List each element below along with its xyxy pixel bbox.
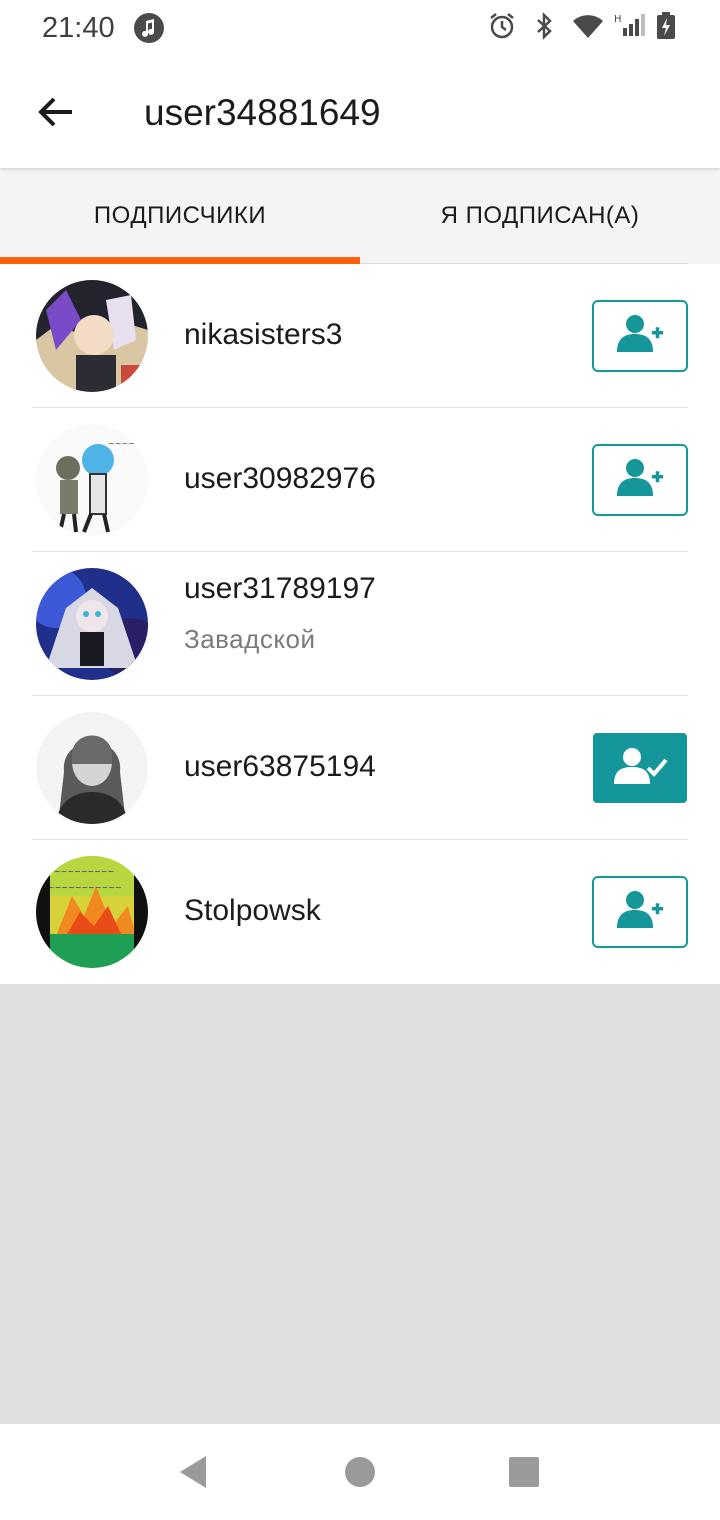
- following-button[interactable]: [593, 733, 687, 803]
- status-bar: 21:40 H: [0, 0, 720, 56]
- add-user-icon: [615, 890, 665, 935]
- username[interactable]: nikasisters3: [184, 318, 342, 352]
- list-item[interactable]: nikasisters3: [0, 264, 720, 408]
- list-item[interactable]: user31789197 Завадской: [0, 552, 720, 696]
- avatar[interactable]: [36, 568, 148, 680]
- system-nav-bar: [0, 1424, 720, 1520]
- follow-button[interactable]: [592, 876, 688, 948]
- avatar[interactable]: ~~~~: [36, 424, 148, 536]
- follow-button[interactable]: [592, 444, 688, 516]
- username[interactable]: Stolpowsk: [184, 894, 321, 928]
- nav-recents-icon[interactable]: [500, 1448, 548, 1496]
- svg-text:~~~~: ~~~~: [108, 439, 135, 448]
- tab-bar: ПОДПИСЧИКИ Я ПОДПИСАН(А): [0, 168, 720, 264]
- username[interactable]: user63875194: [184, 750, 376, 784]
- svg-text:~~~~~~~~~~~: ~~~~~~~~~~~: [48, 883, 122, 892]
- tab-subscriptions[interactable]: Я ПОДПИСАН(А): [360, 168, 720, 264]
- list-item[interactable]: ~~~~~~~~~ ~~~~~~~~~~~ Stolpowsk: [0, 840, 720, 984]
- tab-subscribers[interactable]: ПОДПИСЧИКИ: [0, 168, 360, 264]
- nav-back-icon[interactable]: [168, 1448, 216, 1496]
- username[interactable]: user31789197: [184, 572, 376, 606]
- nav-home-icon[interactable]: [336, 1448, 384, 1496]
- list-item[interactable]: ~~~~ user30982976: [0, 408, 720, 552]
- status-time: 21:40: [42, 12, 115, 44]
- avatar[interactable]: ~~~~~~~~~ ~~~~~~~~~~~: [36, 856, 148, 968]
- battery-icon: [656, 12, 684, 40]
- user-subtitle: Завадской: [184, 624, 316, 654]
- username[interactable]: user30982976: [184, 462, 376, 496]
- wifi-icon: [572, 12, 603, 40]
- list-item[interactable]: user63875194: [0, 696, 720, 840]
- bluetooth-icon: [530, 11, 558, 41]
- add-user-icon: [615, 314, 665, 359]
- app-bar: user34881649: [0, 56, 720, 168]
- avatar[interactable]: [36, 712, 148, 824]
- tab-subscribers-label: ПОДПИСЧИКИ: [93, 202, 267, 229]
- avatar[interactable]: [36, 280, 148, 392]
- user-check-icon: [610, 746, 670, 791]
- follow-button[interactable]: [592, 300, 688, 372]
- svg-text:H: H: [614, 14, 622, 25]
- page-title: user34881649: [144, 92, 381, 133]
- arrow-left-icon[interactable]: [36, 92, 76, 132]
- svg-text:~~~~~~~~~: ~~~~~~~~~: [54, 867, 114, 876]
- tab-subscriptions-label: Я ПОДПИСАН(А): [440, 202, 640, 229]
- signal-icon: H: [614, 12, 645, 40]
- music-note-icon: [134, 13, 164, 43]
- alarm-icon: [488, 12, 516, 40]
- empty-area: [0, 984, 720, 1424]
- add-user-icon: [615, 458, 665, 503]
- active-tab-indicator: [0, 257, 360, 264]
- followers-list: nikasisters3 ~~~~ user30982976 user31789…: [0, 264, 720, 984]
